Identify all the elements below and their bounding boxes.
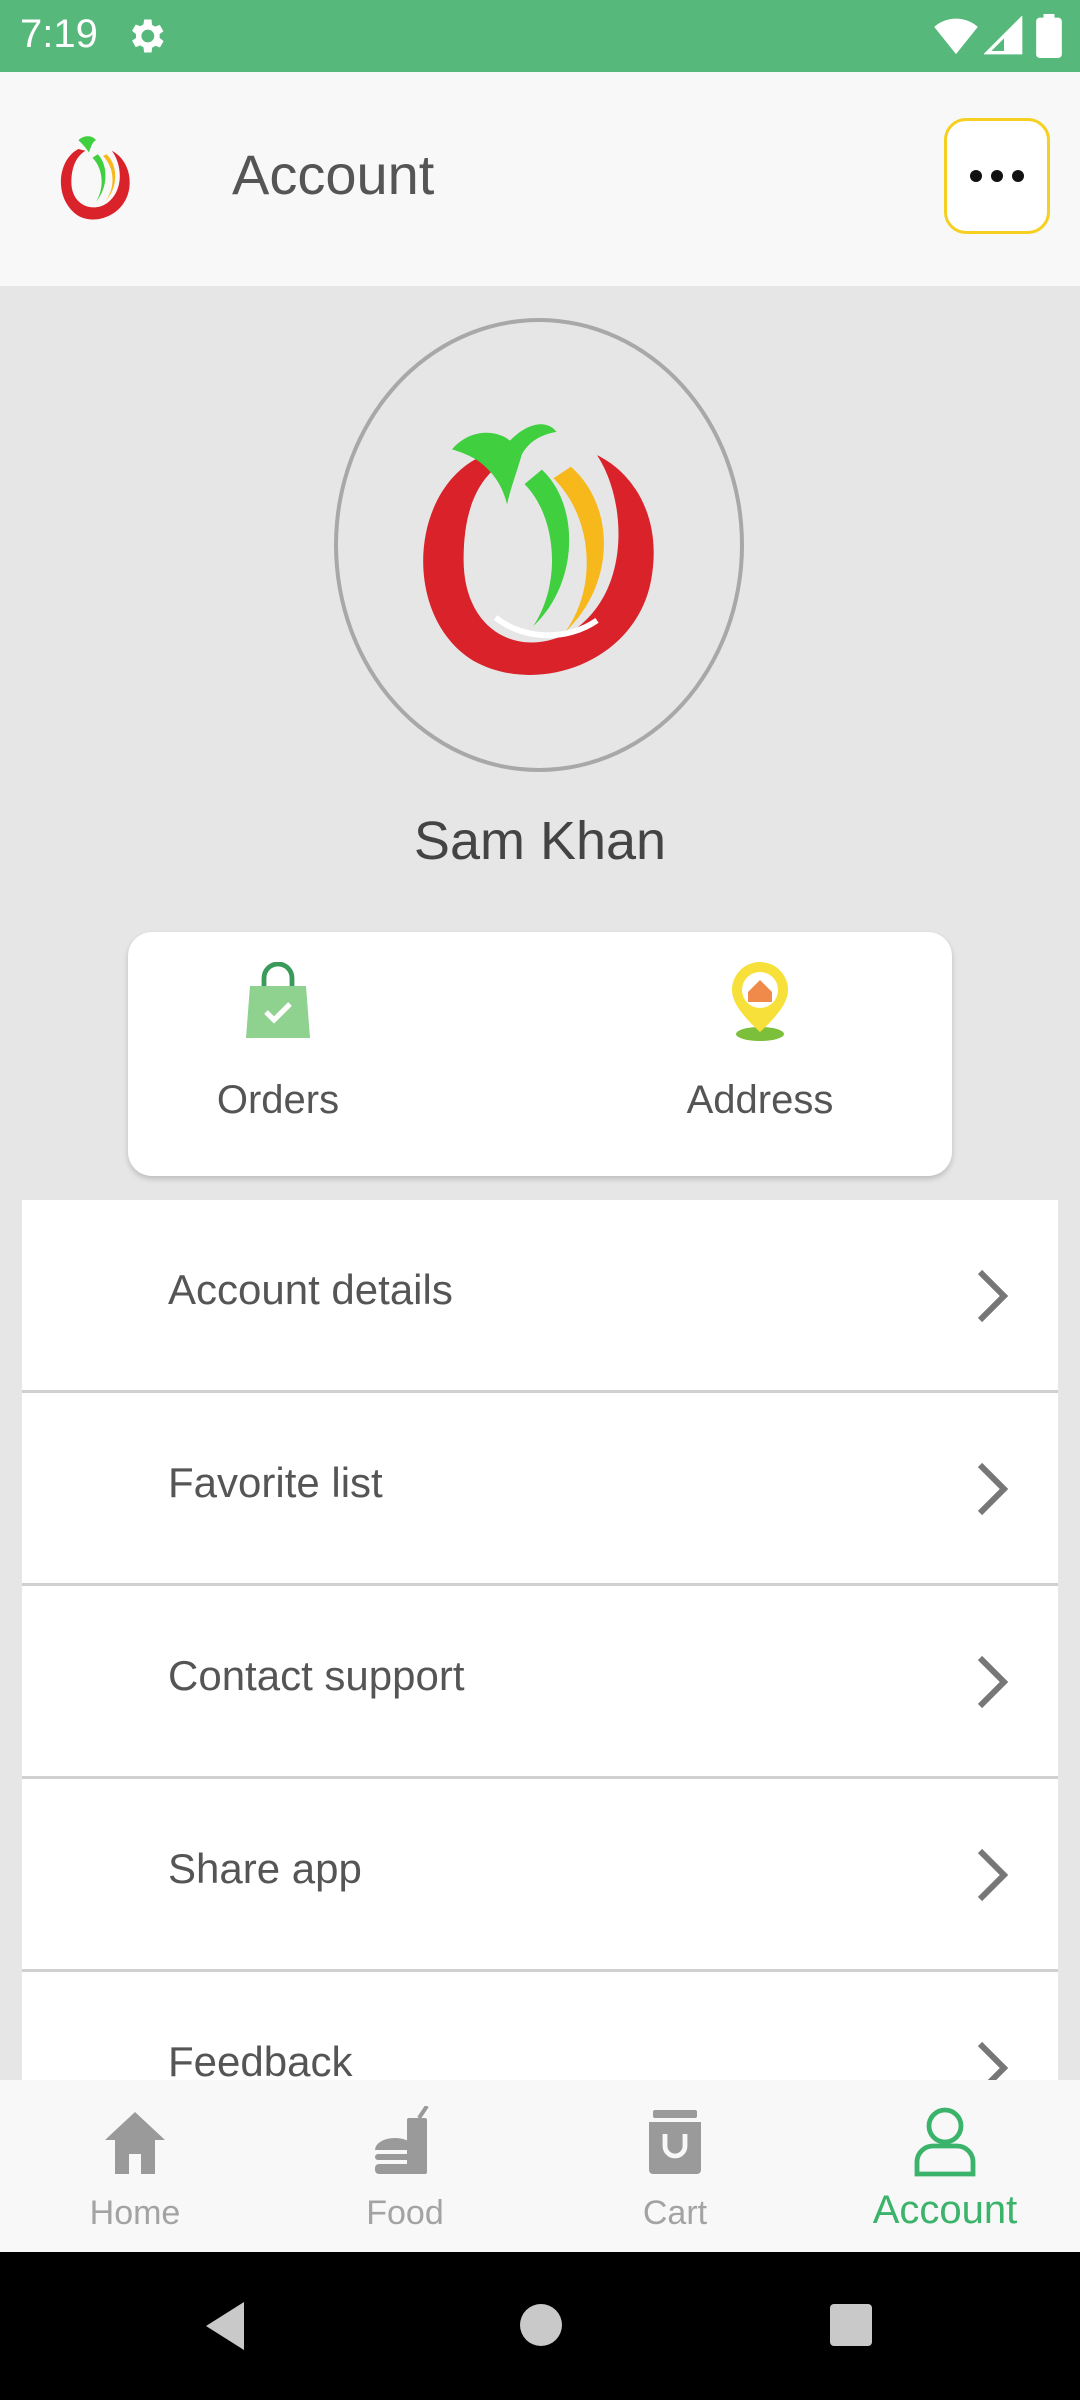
avatar-logo-image <box>423 424 654 675</box>
chevron-right-icon <box>977 1269 1009 1323</box>
menu-item-feedback[interactable]: Feedback <box>22 1972 1058 2080</box>
chevron-right-icon <box>977 1462 1009 1516</box>
nav-label: Home <box>89 2194 181 2232</box>
chevron-right-icon <box>977 2041 1009 2080</box>
menu-item-share-app[interactable]: Share app <box>22 1779 1058 1972</box>
menu-item-label: Account details <box>168 1266 453 1313</box>
more-dots-icon <box>970 170 1024 182</box>
bottom-navigation: Home Food Cart Account <box>0 2080 1080 2252</box>
wifi-icon <box>934 18 978 55</box>
battery-icon <box>1036 14 1062 58</box>
nav-label: Cart <box>642 2194 708 2232</box>
page-title: Account <box>232 143 435 206</box>
food-icon <box>375 2106 429 2174</box>
settings-gear-icon <box>132 19 164 53</box>
app-logo <box>60 136 130 220</box>
avatar[interactable] <box>334 318 744 772</box>
menu-item-label: Feedback <box>168 2038 353 2080</box>
nav-food[interactable]: Food <box>270 2080 540 2252</box>
chevron-right-icon <box>977 1655 1009 1709</box>
nav-label: Food <box>366 2194 444 2232</box>
address-label: Address <box>686 1078 834 1122</box>
back-icon[interactable] <box>202 2300 248 2352</box>
status-time: 7:19 <box>20 12 98 56</box>
menu-item-label: Contact support <box>168 1652 465 1699</box>
cell-signal-icon <box>984 16 1023 55</box>
cart-icon <box>649 2110 701 2174</box>
menu-item-account-details[interactable]: Account details <box>22 1200 1058 1393</box>
status-bar: 7:19 <box>0 0 1080 72</box>
address-button[interactable]: Address <box>610 932 910 1176</box>
location-pin-icon <box>732 962 788 1041</box>
nav-home[interactable]: Home <box>0 2080 270 2252</box>
recents-square-icon[interactable] <box>830 2304 872 2346</box>
nav-account[interactable]: Account <box>810 2080 1080 2252</box>
orders-label: Orders <box>216 1078 340 1122</box>
menu-item-label: Favorite list <box>168 1459 383 1506</box>
menu-item-label: Share app <box>168 1845 362 1892</box>
nav-label: Account <box>872 2188 1018 2232</box>
more-options-button[interactable] <box>944 118 1050 234</box>
chevron-right-icon <box>977 1848 1009 1902</box>
system-navigation-bar <box>0 2252 1080 2400</box>
account-menu-list: Account details Favorite list Contact su… <box>22 1200 1058 2080</box>
quick-actions-card: Orders Address <box>128 932 952 1176</box>
nav-cart[interactable]: Cart <box>540 2080 810 2252</box>
account-icon <box>914 2107 976 2177</box>
home-circle-icon[interactable] <box>520 2304 562 2346</box>
top-app-bar: Account <box>0 72 1080 286</box>
shopping-bag-icon <box>246 962 310 1038</box>
home-icon <box>105 2112 165 2174</box>
menu-item-contact-support[interactable]: Contact support <box>22 1586 1058 1779</box>
menu-item-favorite-list[interactable]: Favorite list <box>22 1393 1058 1586</box>
user-name: Sam Khan <box>413 811 667 871</box>
orders-button[interactable]: Orders <box>128 932 428 1176</box>
